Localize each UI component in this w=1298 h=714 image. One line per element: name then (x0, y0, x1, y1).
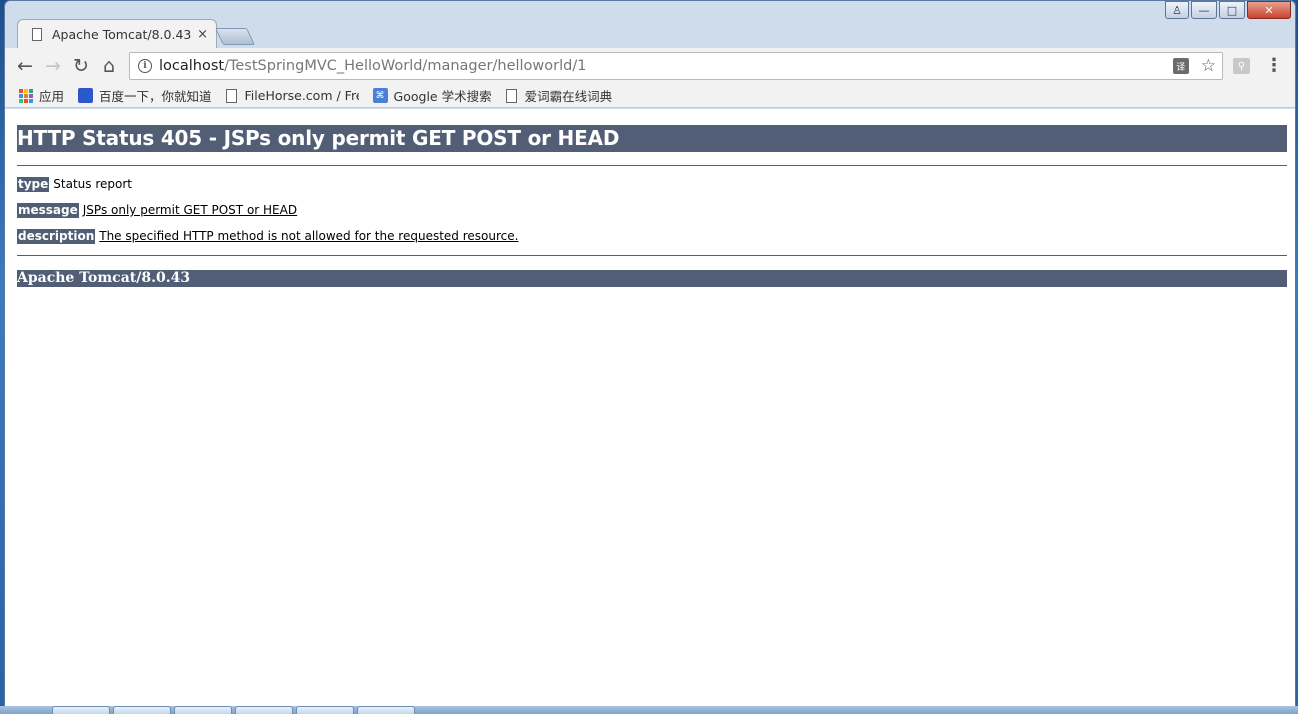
close-window-button[interactable]: ✕ (1247, 1, 1291, 19)
bookmark-label: Google 学术搜索 (393, 89, 492, 104)
tab-title: Apache Tomcat/8.0.43 (52, 27, 192, 42)
home-icon[interactable]: ⌂ (95, 52, 123, 80)
baidu-paw-icon: 🐾 (78, 88, 94, 103)
page-icon (225, 88, 237, 103)
info-icon[interactable]: i (138, 59, 152, 73)
maximize-button[interactable]: □ (1219, 1, 1245, 19)
taskbar-button[interactable] (357, 706, 415, 714)
address-bar[interactable]: i localhost/TestSpringMVC_HelloWorld/man… (129, 52, 1223, 80)
description-value: The specified HTTP method is not allowed… (99, 229, 519, 243)
taskbar (0, 706, 1298, 714)
error-heading: HTTP Status 405 - JSPs only permit GET P… (17, 125, 1287, 152)
url-path: /TestSpringMVC_HelloWorld/manager/hellow… (224, 58, 587, 74)
taskbar-button[interactable] (52, 706, 110, 714)
type-label: type (17, 177, 50, 192)
tab-active[interactable]: Apache Tomcat/8.0.43 × (17, 19, 217, 49)
apps-grid-icon (19, 88, 33, 103)
taskbar-button[interactable] (235, 706, 293, 714)
back-arrow-icon[interactable]: ← (11, 52, 39, 80)
extension-search-icon[interactable]: ⚲ (1233, 58, 1250, 74)
minimize-button[interactable]: — (1191, 1, 1217, 19)
tab-strip: Apache Tomcat/8.0.43 × (5, 19, 1295, 49)
bookmark-label: 爱词霸在线词典 (524, 89, 613, 104)
omnibox-actions: 译 ☆ (1172, 57, 1216, 75)
new-tab-button[interactable] (215, 28, 255, 45)
bookmark-label: 百度一下，你就知道 (99, 89, 212, 104)
page-icon (32, 28, 42, 41)
bookmark-label: FileHorse.com / Free (244, 88, 359, 103)
browser-toolbar: ← → ↻ ⌂ i localhost/TestSpringMVC_HelloW… (5, 48, 1295, 84)
bookmark-baidu[interactable]: 🐾 百度一下，你就知道 (78, 86, 212, 105)
tab-close-icon[interactable]: × (197, 27, 208, 42)
user-profile-button[interactable]: ♙ (1165, 1, 1189, 19)
divider (17, 255, 1287, 256)
taskbar-button[interactable] (113, 706, 171, 714)
browser-window: ♙ — □ ✕ Apache Tomcat/8.0.43 × ← → ↻ ⌂ i… (4, 0, 1296, 708)
description-label: description (17, 229, 96, 244)
bookmark-google-scholar[interactable]: ⌘ Google 学术搜索 (372, 86, 492, 105)
bookmark-star-icon[interactable]: ☆ (1201, 57, 1216, 75)
description-row: description The specified HTTP method is… (17, 218, 1287, 244)
bookmark-iciba[interactable]: 爱词霸在线词典 (505, 86, 613, 105)
window-controls: ♙ — □ ✕ (1165, 1, 1291, 19)
forward-arrow-icon[interactable]: → (39, 52, 67, 80)
taskbar-button[interactable] (296, 706, 354, 714)
bookmarks-bar: 应用 🐾 百度一下，你就知道 FileHorse.com / Free ⌘ Go… (5, 84, 1295, 108)
bookmark-label: 应用 (39, 89, 65, 104)
reload-icon[interactable]: ↻ (67, 52, 95, 80)
google-scholar-icon: ⌘ (372, 88, 388, 103)
type-value: Status report (53, 177, 132, 191)
translate-icon[interactable]: 译 (1172, 58, 1189, 74)
type-row: type Status report (17, 166, 1287, 192)
bookmark-apps[interactable]: 应用 (19, 86, 64, 105)
taskbar-button[interactable] (174, 706, 232, 714)
page-content: HTTP Status 405 - JSPs only permit GET P… (5, 109, 1295, 707)
url-host: localhost (159, 58, 225, 74)
bookmark-filehorse[interactable]: FileHorse.com / Free (225, 88, 359, 103)
server-footer: Apache Tomcat/8.0.43 (17, 270, 1287, 287)
message-value: JSPs only permit GET POST or HEAD (82, 203, 298, 217)
message-label: message (17, 203, 79, 218)
message-row: message JSPs only permit GET POST or HEA… (17, 192, 1287, 218)
page-icon (505, 88, 517, 103)
browser-menu-icon[interactable]: ⋮ (1265, 56, 1283, 76)
